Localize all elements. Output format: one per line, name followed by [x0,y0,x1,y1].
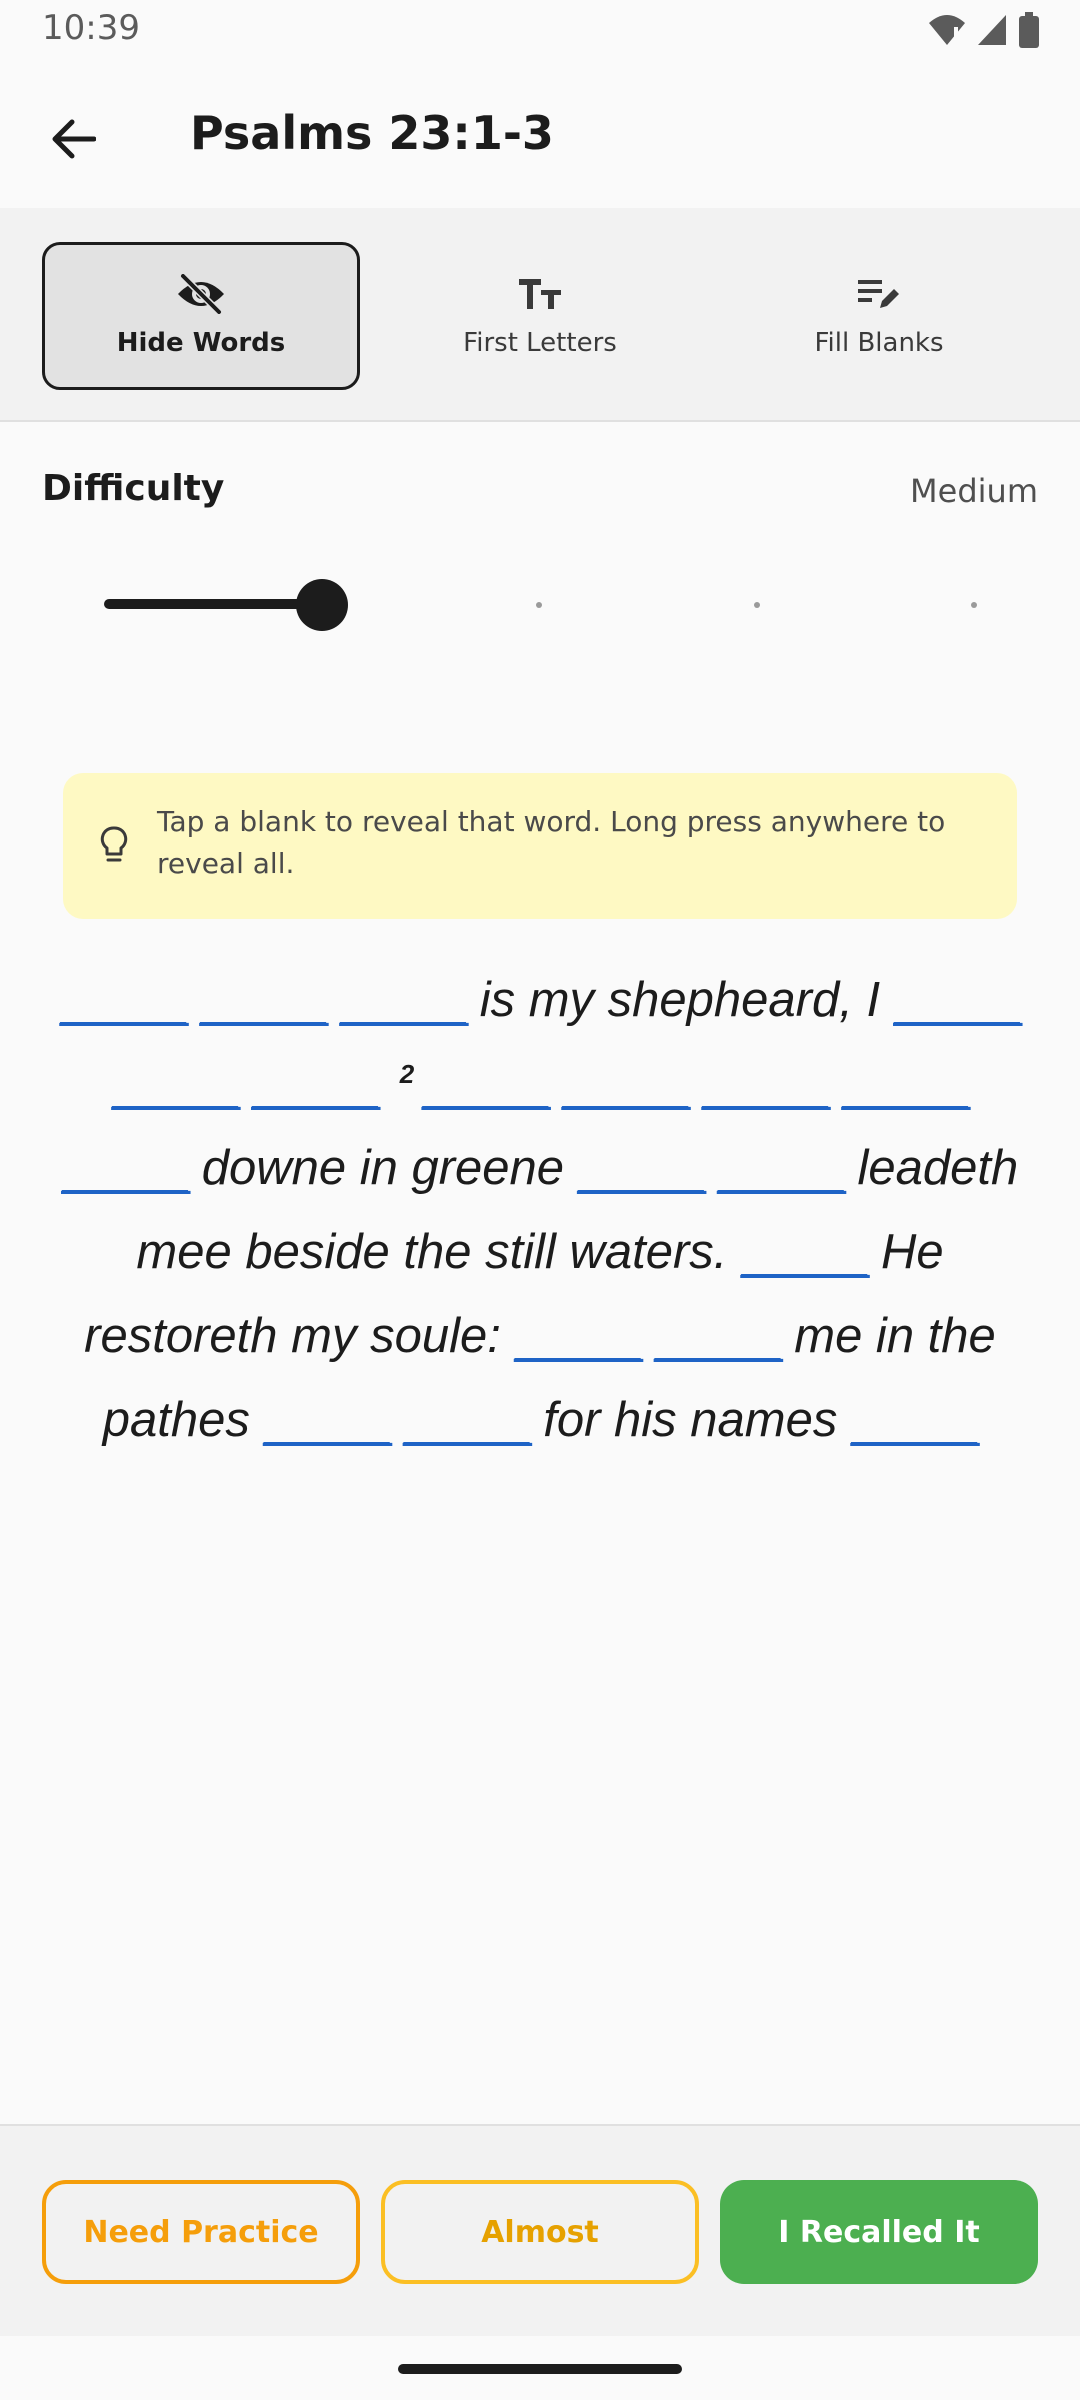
action-bar: Need Practice Almost I Recalled It [0,2124,1080,2336]
slider-track-active [104,599,322,609]
verse-blank[interactable]: _____ [562,1057,690,1111]
lightbulb-icon [100,826,128,862]
status-time: 10:39 [42,8,140,48]
verse-segment: is my shepheard, I [479,973,881,1027]
mode-selector: Hide Words First Letters Fill Blanks [0,208,1080,422]
hint-text: Tap a blank to reveal that word. Long pr… [157,805,946,880]
slider-thumb[interactable] [295,579,348,631]
status-bar: 10:39 [0,0,1080,60]
verse-text: _____ _____ _____ is my shepheard, I ___… [54,958,1026,1462]
verse-blank[interactable]: _____ [578,1141,706,1195]
verse-blank[interactable]: _____ [741,1225,869,1279]
verse-blank[interactable]: _____ [718,1141,846,1195]
app-bar: Psalms 23:1-3 [0,60,1080,208]
mode-tab-label: Hide Words [116,328,286,358]
arrow-back-icon [52,119,96,159]
status-icons [928,12,1040,48]
difficulty-value: Medium [910,472,1038,510]
verse-blank[interactable]: _____ [422,1057,550,1111]
difficulty-slider[interactable] [104,570,977,640]
verse-blank[interactable]: _____ [200,973,328,1027]
verse-blank[interactable]: _____ [62,1141,190,1195]
gesture-nav-handle[interactable] [398,2364,682,2374]
verse-blank[interactable]: _____ [514,1309,642,1363]
verse-blank[interactable]: _____ [60,973,188,1027]
verse-blank[interactable]: _____ [252,1057,380,1111]
eye-off-icon [178,274,224,314]
wifi-icon [929,15,965,45]
verse-blank[interactable]: _____ [654,1309,782,1363]
page-title: Psalms 23:1-3 [190,106,554,160]
difficulty-label: Difficulty [42,468,225,509]
back-button[interactable] [38,104,108,174]
slider-tick [753,602,760,608]
almost-button[interactable]: Almost [381,2180,699,2284]
verse-blank[interactable]: _____ [403,1393,531,1447]
signal-icon [978,15,1006,45]
slider-tick [536,602,542,608]
mode-tab-label: First Letters [463,328,617,358]
verse-blank[interactable]: _____ [263,1393,391,1447]
verse-blank[interactable]: _____ [851,1393,979,1447]
verse-blank[interactable]: _____ [340,973,468,1027]
mode-tab-fill-blanks[interactable]: Fill Blanks [720,242,1038,390]
hint-card: Tap a blank to reveal that word. Long pr… [63,773,1017,919]
need-practice-button[interactable]: Need Practice [42,2180,360,2284]
verse-number: 2 [399,1058,415,1089]
verse-segment: for his names [543,1393,838,1447]
mode-tab-hide-words[interactable]: Hide Words [42,242,360,390]
slider-tick [971,602,977,608]
recalled-button[interactable]: I Recalled It [720,2180,1038,2284]
verse-blank[interactable]: _____ [112,1057,240,1111]
mode-tab-label: Fill Blanks [814,328,944,358]
edit-list-icon [858,280,899,308]
verse-blank[interactable]: _____ [894,973,1022,1027]
verse-blank[interactable]: _____ [842,1057,970,1111]
battery-icon [1019,12,1039,48]
mode-tab-first-letters[interactable]: First Letters [381,242,699,390]
verse-blank[interactable]: _____ [702,1057,830,1111]
verse-segment: downe in greene [201,1141,565,1195]
text-size-icon [519,279,561,309]
